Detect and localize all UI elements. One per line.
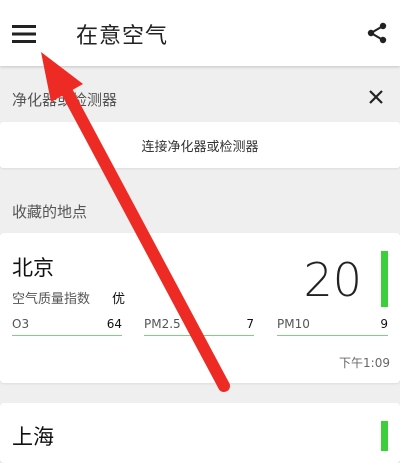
city-card-shanghai[interactable]: 上海 bbox=[0, 403, 400, 463]
aqi-label: 空气质量指数 bbox=[12, 292, 91, 307]
pollutant-pm25: PM2.5 7 bbox=[144, 317, 254, 336]
menu-button[interactable] bbox=[6, 16, 42, 52]
purifier-section-title: 净化器或检测器 bbox=[12, 91, 118, 109]
aqi-level-bar-fill bbox=[381, 251, 388, 307]
close-icon bbox=[369, 90, 383, 104]
close-purifier-section-button[interactable] bbox=[366, 87, 386, 107]
pollutant-name: PM2.5 bbox=[144, 317, 181, 331]
aqi-level-bar-fill bbox=[381, 421, 388, 451]
aqi-level: 优 bbox=[112, 292, 126, 307]
pollutant-pm10: PM10 9 bbox=[277, 317, 388, 336]
pollutant-value: 9 bbox=[380, 317, 388, 331]
connect-purifier-button[interactable]: 连接净化器或检测器 bbox=[0, 122, 400, 168]
aqi-value: 20 bbox=[303, 253, 362, 307]
update-time: 下午1:09 bbox=[339, 356, 390, 370]
pollutant-name: O3 bbox=[12, 317, 30, 331]
app-bar: 在意空气 bbox=[0, 0, 400, 66]
app-title: 在意空气 bbox=[76, 24, 169, 49]
pollutant-o3: O3 64 bbox=[12, 317, 122, 336]
hamburger-menu-icon bbox=[12, 25, 36, 43]
share-button[interactable] bbox=[360, 16, 394, 50]
pollutant-value: 64 bbox=[106, 317, 122, 331]
city-card-beijing[interactable]: 北京 空气质量指数 优 20 O3 64 PM2.5 7 PM10 9 下午1:… bbox=[0, 233, 400, 383]
city-name: 北京 bbox=[12, 256, 54, 280]
connect-purifier-label: 连接净化器或检测器 bbox=[141, 139, 259, 155]
city-name: 上海 bbox=[12, 425, 54, 449]
pollutant-value: 7 bbox=[246, 317, 254, 331]
share-icon bbox=[367, 22, 387, 44]
pollutant-name: PM10 bbox=[277, 317, 310, 331]
aqi-level-bar bbox=[381, 421, 388, 451]
aqi-level-bar bbox=[381, 251, 388, 307]
favorites-section-title: 收藏的地点 bbox=[12, 203, 88, 221]
